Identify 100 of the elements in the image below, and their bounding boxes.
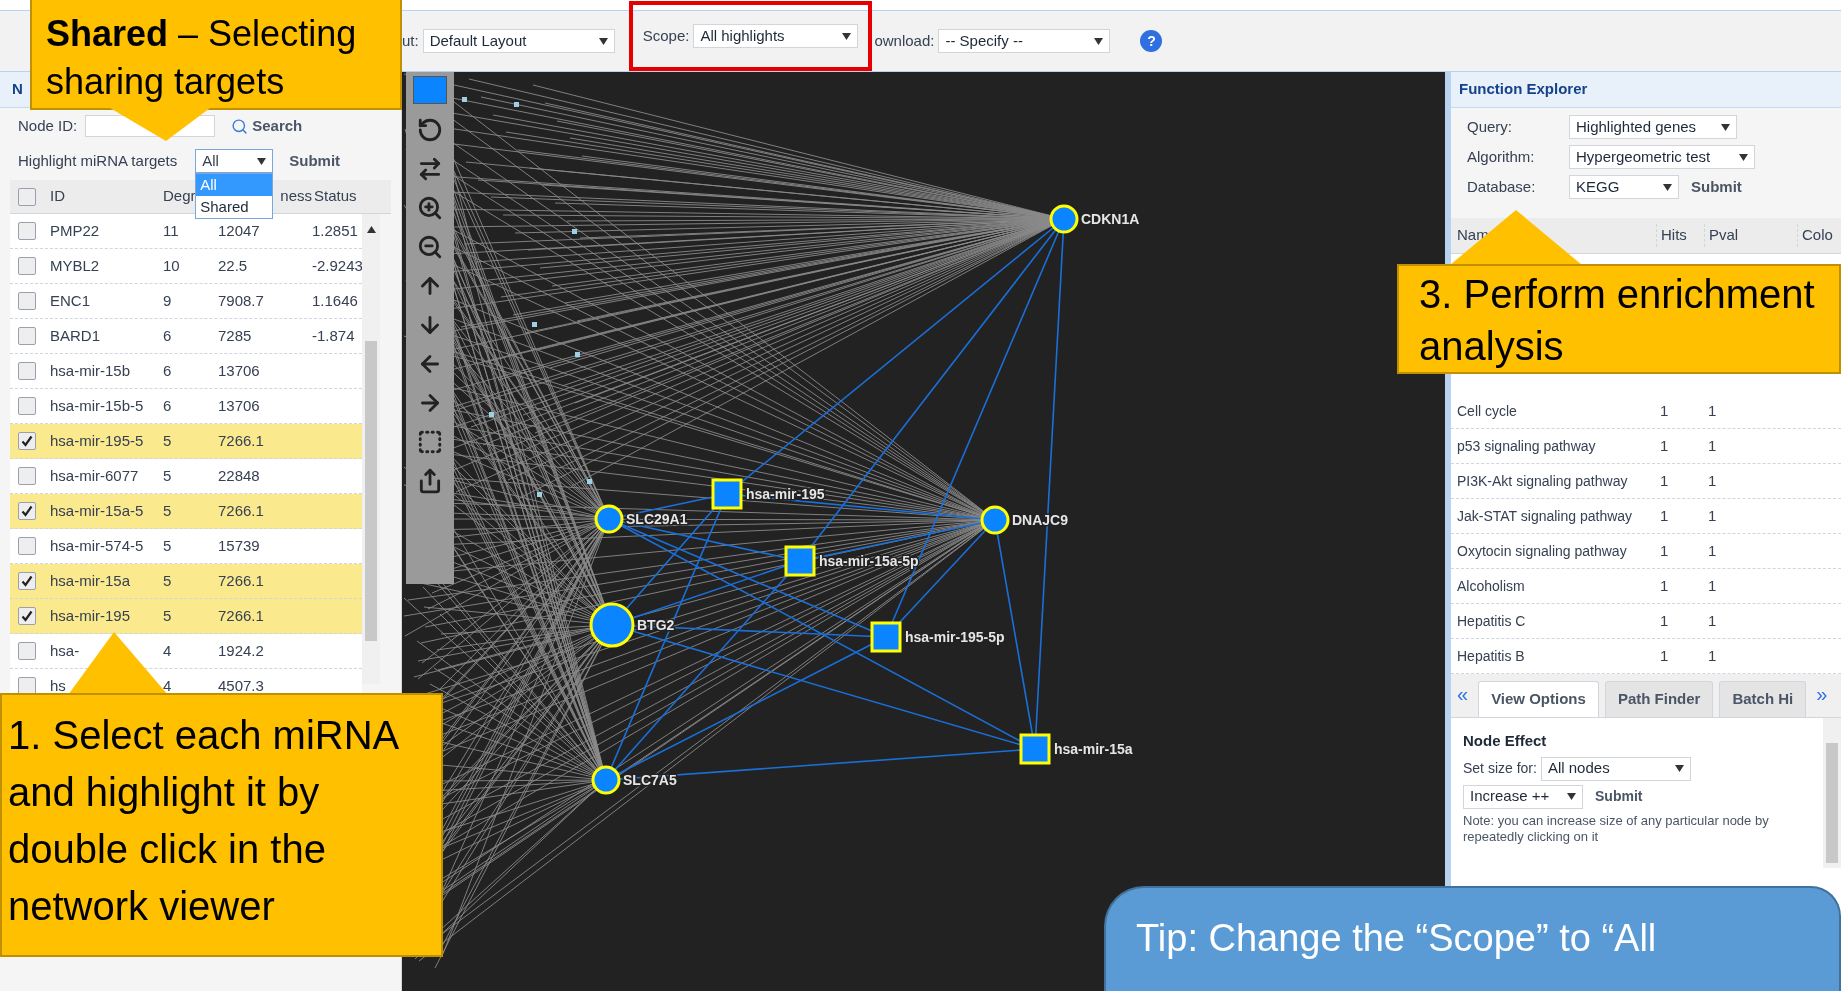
table-row[interactable]: ENC1 9 7908.7 1.1646: [10, 284, 362, 319]
row-checkbox[interactable]: [18, 397, 36, 415]
scroll-tabs-right[interactable]: »: [1812, 679, 1832, 709]
layout-select[interactable]: Default Layout: [422, 29, 615, 53]
search-button[interactable]: Search: [231, 114, 303, 138]
field-label: Query:: [1466, 116, 1513, 137]
row-checkbox[interactable]: [18, 607, 36, 625]
table-row[interactable]: BARD1 6 7285 -1.874: [10, 319, 362, 354]
row-checkbox[interactable]: [18, 292, 36, 310]
swap-arrows-icon[interactable]: [417, 156, 443, 182]
zoom-out-icon[interactable]: [417, 234, 443, 260]
column-header[interactable]: Pval: [1704, 224, 1797, 247]
table-row[interactable]: MYBL2 10 22.5 -2.9243: [10, 249, 362, 284]
mirna-node[interactable]: [711, 478, 743, 510]
table-row[interactable]: hsa-mir-15b 6 13706: [10, 354, 362, 389]
mirna-node[interactable]: [784, 545, 816, 577]
gene-node[interactable]: [591, 765, 621, 795]
row-checkbox[interactable]: [18, 502, 36, 520]
table-cell-text: 1: [1659, 400, 1670, 421]
row-checkbox[interactable]: [18, 467, 36, 485]
share-icon[interactable]: [417, 468, 443, 494]
row-checkbox[interactable]: [18, 327, 36, 345]
mirna-node[interactable]: [870, 621, 902, 653]
table-row[interactable]: hsa-mir-15a 5 7266.1: [10, 564, 362, 599]
node-label: SLC29A1: [626, 511, 688, 527]
row-checkbox[interactable]: [18, 362, 36, 380]
caret-icon: [1674, 765, 1684, 772]
scroll-tabs-left[interactable]: «: [1453, 679, 1473, 709]
table-cell-text: MYBL2: [49, 255, 101, 276]
row-checkbox[interactable]: [18, 572, 36, 590]
table-row[interactable]: Cell cycle 1 1: [1451, 394, 1841, 429]
submit-button[interactable]: Submit: [1595, 786, 1643, 807]
gene-node[interactable]: [589, 602, 635, 648]
table-row[interactable]: p53 signaling pathway 1 1: [1451, 429, 1841, 464]
tab[interactable]: View Options: [1478, 681, 1599, 717]
table-row[interactable]: PMP22 11 12047 1.2851: [10, 214, 362, 249]
table-row[interactable]: Oxytocin signaling pathway 1 1: [1451, 534, 1841, 569]
option-select[interactable]: Hypergeometric test: [1569, 145, 1755, 169]
caret-icon: [1567, 793, 1576, 800]
row-checkbox[interactable]: [18, 257, 36, 275]
tab[interactable]: Path Finder: [1604, 681, 1714, 717]
table-cell-text: Alcoholism: [1456, 576, 1526, 596]
scrollbar[interactable]: [362, 214, 380, 684]
change-select[interactable]: Increase ++: [1463, 784, 1583, 809]
table-cell-text: 4507.3: [217, 675, 265, 696]
rotate-icon[interactable]: [417, 117, 443, 143]
tab[interactable]: Batch Hi: [1719, 681, 1807, 717]
table-cell-text: 5: [162, 605, 173, 626]
column-header[interactable]: ID: [44, 185, 157, 208]
small-node[interactable]: [489, 412, 494, 417]
column-header[interactable]: Status: [312, 185, 362, 208]
row-checkbox[interactable]: [18, 537, 36, 555]
table-row[interactable]: hsa-mir-195 5 7266.1: [10, 599, 362, 634]
color-swatch[interactable]: [413, 76, 447, 104]
small-node[interactable]: [514, 102, 519, 107]
row-checkbox[interactable]: [18, 642, 36, 660]
small-node[interactable]: [532, 322, 537, 327]
size-select[interactable]: All nodes: [1540, 756, 1691, 781]
option-select[interactable]: Highlighted genes: [1569, 115, 1737, 139]
small-node[interactable]: [537, 492, 542, 497]
table-cell-text: 7266.1: [217, 500, 265, 521]
select-all-checkbox[interactable]: [18, 187, 36, 206]
selection-icon[interactable]: [417, 429, 443, 455]
small-node[interactable]: [587, 479, 592, 484]
table-row[interactable]: hsa-mir-6077 5 22848: [10, 459, 362, 494]
row-checkbox[interactable]: [18, 222, 36, 240]
table-row[interactable]: hsa- 4 1924.2: [10, 634, 362, 669]
download-select[interactable]: -- Specify --: [938, 29, 1111, 53]
table-row[interactable]: Jak-STAT signaling pathway 1 1: [1451, 499, 1841, 534]
download-label: ownload:: [874, 30, 935, 51]
gene-node[interactable]: [594, 504, 624, 534]
small-node[interactable]: [462, 97, 467, 102]
highlight-select[interactable]: All: [195, 149, 274, 173]
row-checkbox[interactable]: [18, 432, 36, 450]
scope-select[interactable]: All highlights: [693, 24, 859, 48]
table-cell-text: 5: [162, 500, 173, 521]
small-node[interactable]: [572, 229, 577, 234]
help-icon[interactable]: ?: [1140, 30, 1163, 52]
table-cell-text: 12047: [217, 220, 261, 241]
column-header[interactable]: Colo: [1797, 224, 1841, 247]
submit-button[interactable]: Submit: [1691, 175, 1742, 199]
option-select[interactable]: KEGG: [1569, 175, 1679, 199]
table-row[interactable]: hsa-mir-15a-5 5 7266.1: [10, 494, 362, 529]
size-label: Set size for:: [1463, 759, 1537, 778]
scrollbar[interactable]: [1823, 718, 1841, 868]
table-row[interactable]: Hepatitis C 1 1: [1451, 604, 1841, 639]
table-row[interactable]: hsa-mir-574-5 5 15739: [10, 529, 362, 564]
gene-node[interactable]: [980, 505, 1010, 535]
column-header[interactable]: Hits: [1656, 224, 1704, 247]
gene-node[interactable]: [1049, 204, 1079, 234]
zoom-in-icon[interactable]: [417, 195, 443, 221]
table-row[interactable]: hsa-mir-15b-5 6 13706: [10, 389, 362, 424]
field-label: Algorithm:: [1466, 146, 1536, 167]
small-node[interactable]: [575, 352, 580, 357]
table-row[interactable]: PI3K-Akt signaling pathway 1 1: [1451, 464, 1841, 499]
layout-label: ut:: [402, 30, 419, 51]
submit-button[interactable]: Submit: [289, 149, 341, 173]
mirna-node[interactable]: [1019, 733, 1051, 765]
table-row[interactable]: Alcoholism 1 1: [1451, 569, 1841, 604]
table-row[interactable]: hsa-mir-195-5 5 7266.1: [10, 424, 362, 459]
